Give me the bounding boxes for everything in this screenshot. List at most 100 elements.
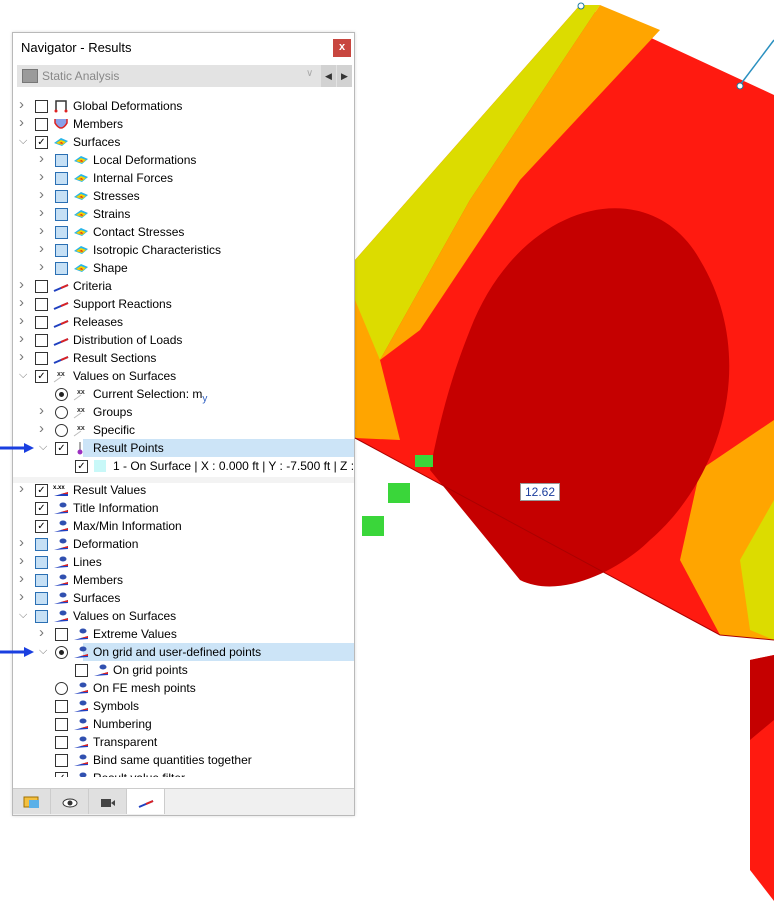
checkbox[interactable] (55, 172, 68, 185)
checkbox[interactable] (35, 334, 48, 347)
checkbox[interactable]: ✓ (35, 520, 48, 533)
checkbox[interactable] (35, 592, 48, 605)
tree-item-1-on-surface-x-0-000-ft-y-7-500-ft-z[interactable]: ✓ 1 - On Surface | X : 0.000 ft | Y : -7.… (13, 457, 354, 475)
tree-item-max-min-information[interactable]: ✓ Max/Min Information (13, 517, 354, 535)
checkbox[interactable]: ✓ (35, 370, 48, 383)
result-point-value-label[interactable]: 12.62 (520, 483, 561, 501)
chevron-right-icon[interactable]: › (19, 552, 29, 569)
checkbox[interactable] (35, 280, 48, 293)
chevron-right-icon[interactable]: › (39, 624, 49, 641)
checkbox[interactable] (35, 574, 48, 587)
tree-item-result-points[interactable]: ⌵ ✓ Result Points (39, 439, 354, 457)
tree-item-result-value-filter[interactable]: ✓ Result value filter (13, 769, 354, 777)
tree-item-groups[interactable]: › xx Groups (13, 402, 354, 421)
tree-item-releases[interactable]: › Releases (13, 312, 354, 331)
checkbox[interactable] (35, 538, 48, 551)
chevron-right-icon[interactable]: › (19, 330, 29, 347)
chevron-down-icon[interactable]: ⌵ (39, 645, 49, 658)
checkbox[interactable] (55, 700, 68, 713)
radio-button[interactable] (55, 406, 68, 419)
tree-item-result-values[interactable]: › ✓ x.xx Result Values (13, 480, 354, 499)
close-button[interactable]: x (333, 39, 351, 57)
tree-item-contact-stresses[interactable]: › Contact Stresses (13, 222, 354, 241)
chevron-right-icon[interactable]: › (39, 420, 49, 437)
checkbox[interactable] (35, 118, 48, 131)
tree-item-support-reactions[interactable]: › Support Reactions (13, 294, 354, 313)
tree-item-on-grid-points[interactable]: On grid points (13, 661, 354, 679)
checkbox[interactable] (35, 352, 48, 365)
checkbox[interactable] (55, 718, 68, 731)
tree-item-extreme-values[interactable]: › Extreme Values (13, 624, 354, 643)
tree-item-shape[interactable]: › Shape (13, 258, 354, 277)
tree-item-on-fe-mesh-points[interactable]: On FE mesh points (13, 679, 354, 697)
tree-item-members[interactable]: › Members (13, 570, 354, 589)
tree-item-surfaces[interactable]: ⌵ ✓ Surfaces (13, 133, 354, 151)
chevron-down-icon[interactable]: ⌵ (39, 441, 49, 454)
chevron-down-icon[interactable]: ⌵ (19, 609, 29, 622)
checkbox[interactable] (35, 100, 48, 113)
chevron-right-icon[interactable]: › (19, 294, 29, 311)
checkbox[interactable]: ✓ (35, 136, 48, 149)
chevron-right-icon[interactable]: › (19, 114, 29, 131)
radio-button[interactable] (55, 682, 68, 695)
checkbox[interactable] (55, 154, 68, 167)
tree-item-title-information[interactable]: ✓ Title Information (13, 499, 354, 517)
tree-item-local-deformations[interactable]: › Local Deformations (13, 150, 354, 169)
checkbox[interactable] (75, 664, 88, 677)
analysis-type-dropdown[interactable]: Static Analysis ∨ ◀ ▶ (17, 65, 352, 87)
checkbox[interactable]: ✓ (35, 502, 48, 515)
tree-item-criteria[interactable]: › Criteria (13, 276, 354, 295)
tree-item-values-on-surfaces[interactable]: ⌵ Values on Surfaces (13, 607, 354, 625)
chevron-down-icon[interactable]: ⌵ (19, 135, 29, 148)
checkbox[interactable] (55, 244, 68, 257)
chevron-right-icon[interactable]: › (39, 240, 49, 257)
camera-tab[interactable] (89, 789, 127, 814)
checkbox[interactable] (35, 556, 48, 569)
tree-item-isotropic-characteristics[interactable]: › Isotropic Characteristics (13, 240, 354, 259)
data-tab[interactable] (13, 789, 51, 814)
tree-item-on-grid-and-user-defined-points[interactable]: ⌵ On grid and user-defined points (39, 643, 354, 661)
chevron-right-icon[interactable]: › (19, 480, 29, 497)
chevron-right-icon[interactable]: › (39, 186, 49, 203)
radio-button[interactable] (55, 424, 68, 437)
tree-item-members[interactable]: › Members (13, 114, 354, 133)
chevron-right-icon[interactable]: › (19, 348, 29, 365)
tree-item-lines[interactable]: › Lines (13, 552, 354, 571)
tree-item-stresses[interactable]: › Stresses (13, 186, 354, 205)
tree-item-global-deformations[interactable]: › Global Deformations (13, 97, 354, 115)
checkbox[interactable] (55, 262, 68, 275)
chevron-right-icon[interactable]: › (39, 222, 49, 239)
previous-button[interactable]: ◀ (321, 65, 336, 87)
chevron-down-icon[interactable]: ∨ (306, 68, 313, 79)
next-button[interactable]: ▶ (337, 65, 352, 87)
chevron-right-icon[interactable]: › (39, 150, 49, 167)
tree-item-bind-same-quantities-together[interactable]: Bind same quantities together (13, 751, 354, 769)
checkbox[interactable]: ✓ (55, 772, 68, 777)
checkbox[interactable] (55, 628, 68, 641)
chevron-right-icon[interactable]: › (19, 97, 29, 113)
chevron-right-icon[interactable]: › (39, 258, 49, 275)
chevron-right-icon[interactable]: › (39, 204, 49, 221)
checkbox[interactable] (55, 208, 68, 221)
tree-item-surfaces[interactable]: › Surfaces (13, 588, 354, 607)
tree-item-deformation[interactable]: › Deformation (13, 534, 354, 553)
tree-item-values-on-surfaces[interactable]: ⌵ ✓ xx Values on Surfaces (13, 367, 354, 385)
tree-item-specific[interactable]: › xx Specific (13, 420, 354, 439)
tree-item-symbols[interactable]: Symbols (13, 697, 354, 715)
tree-item-current-selection-m[interactable]: xx Current Selection: my (13, 385, 354, 404)
chevron-right-icon[interactable]: › (19, 276, 29, 293)
chevron-down-icon[interactable]: ⌵ (19, 369, 29, 382)
tree-item-result-sections[interactable]: › Result Sections (13, 348, 354, 367)
checkbox[interactable]: ✓ (55, 442, 68, 455)
tree-item-numbering[interactable]: Numbering (13, 715, 354, 733)
checkbox[interactable] (35, 610, 48, 623)
checkbox[interactable] (35, 298, 48, 311)
chevron-right-icon[interactable]: › (39, 168, 49, 185)
tree-item-strains[interactable]: › Strains (13, 204, 354, 223)
radio-button[interactable] (55, 646, 68, 659)
chevron-right-icon[interactable]: › (19, 570, 29, 587)
checkbox[interactable] (55, 190, 68, 203)
checkbox[interactable] (55, 754, 68, 767)
chevron-right-icon[interactable]: › (19, 312, 29, 329)
checkbox[interactable]: ✓ (35, 484, 48, 497)
